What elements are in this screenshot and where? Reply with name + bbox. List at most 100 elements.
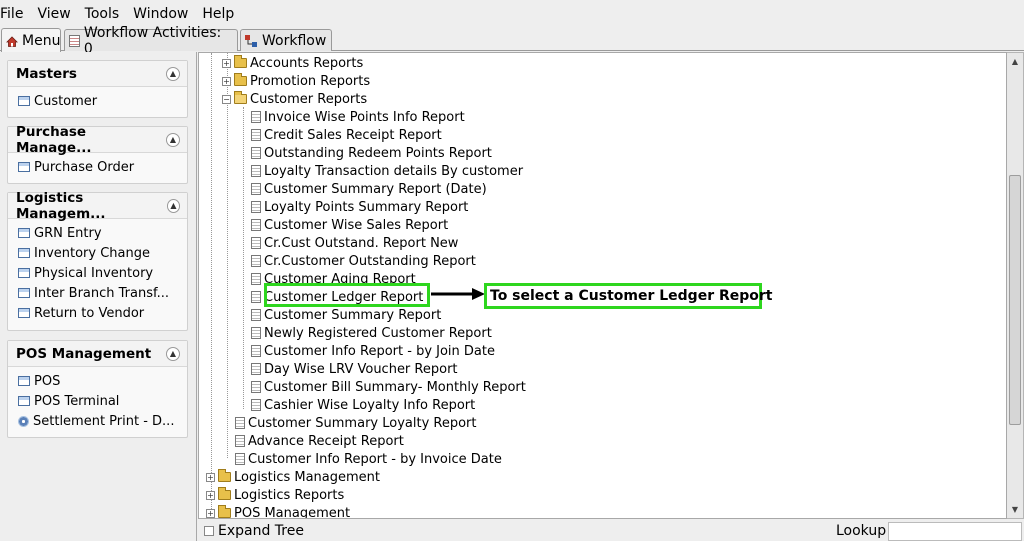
menu-tools[interactable]: Tools <box>85 6 128 22</box>
scroll-thumb[interactable] <box>1009 175 1021 425</box>
form-icon <box>18 268 30 278</box>
tree-report-item[interactable]: Customer Bill Summary- Monthly Report <box>251 378 526 396</box>
tree-report-item[interactable]: Customer Wise Sales Report <box>251 216 448 234</box>
tree-report-item[interactable]: Advance Receipt Report <box>235 432 404 450</box>
sidebar-item-purchase-order[interactable]: Purchase Order <box>8 157 187 177</box>
report-icon <box>251 237 261 249</box>
panel-title: Masters <box>16 65 77 82</box>
tree-folder-accounts-reports[interactable]: + Accounts Reports <box>222 54 363 72</box>
sidebar: Masters ▲ Customer Purchase Manage... ▲ … <box>0 52 197 541</box>
sidebar-item-physical-inventory[interactable]: Physical Inventory <box>8 263 187 283</box>
expand-tree-checkbox[interactable] <box>204 526 214 536</box>
gear-icon <box>18 415 29 427</box>
scroll-up-icon[interactable]: ▲ <box>1008 55 1022 69</box>
tree-report-item[interactable]: Customer Info Report - by Join Date <box>251 342 495 360</box>
tree-folder-customer-reports[interactable]: − Customer Reports <box>222 90 367 108</box>
workflow-icon <box>245 34 258 47</box>
scroll-down-icon[interactable]: ▼ <box>1008 503 1022 517</box>
tree-report-item[interactable]: Cashier Wise Loyalty Info Report <box>251 396 475 414</box>
lookup-input[interactable] <box>888 522 1022 541</box>
tree-report-item[interactable]: Credit Sales Receipt Report <box>251 126 442 144</box>
tree-report-item[interactable]: Cr.Cust Outstand. Report New <box>251 234 458 252</box>
tree-report-item[interactable]: Customer Info Report - by Invoice Date <box>235 450 502 468</box>
form-icon <box>18 248 30 258</box>
tree-folder-promotion-reports[interactable]: + Promotion Reports <box>222 72 370 90</box>
highlight-box <box>264 283 430 307</box>
sidebar-item-pos-terminal[interactable]: POS Terminal <box>8 391 187 411</box>
sidebar-item-return-to-vendor[interactable]: Return to Vendor <box>8 303 187 323</box>
form-icon <box>18 396 30 406</box>
report-icon <box>251 165 261 177</box>
report-icon <box>235 435 245 447</box>
lookup-label: Lookup <box>836 523 887 539</box>
tree-report-item[interactable]: Customer Summary Report <box>251 306 441 324</box>
tab-bar: Menu Workflow Activities: 0 Workflow <box>0 25 1024 57</box>
form-icon <box>18 162 30 172</box>
report-icon <box>251 309 261 321</box>
tree-folder-logistics-management[interactable]: + Logistics Management <box>206 468 380 486</box>
collapse-icon[interactable]: ▲ <box>166 132 180 147</box>
tree-folder-logistics-reports[interactable]: + Logistics Reports <box>206 486 344 504</box>
sidebar-item-pos[interactable]: POS <box>8 371 187 391</box>
report-icon <box>251 255 261 267</box>
folder-icon <box>218 469 231 482</box>
menu-window[interactable]: Window <box>133 6 196 22</box>
tab-workflow[interactable]: Workflow <box>240 29 332 51</box>
expand-icon[interactable]: + <box>206 508 215 518</box>
tree-report-item[interactable]: Customer Summary Report (Date) <box>251 180 487 198</box>
sidebar-item-customer[interactable]: Customer <box>8 91 187 111</box>
expand-icon[interactable]: + <box>206 490 215 500</box>
tree-report-item[interactable]: Loyalty Points Summary Report <box>251 198 468 216</box>
report-icon <box>251 183 261 195</box>
expand-icon[interactable]: + <box>222 76 231 86</box>
expand-tree-label: Expand Tree <box>218 523 304 539</box>
tree-report-item[interactable]: Invoice Wise Points Info Report <box>251 108 465 126</box>
folder-icon <box>218 487 231 500</box>
tab-menu[interactable]: Menu <box>1 28 61 52</box>
tree-report-item[interactable]: Day Wise LRV Voucher Report <box>251 360 458 378</box>
report-icon <box>251 381 261 393</box>
report-icon <box>251 129 261 141</box>
form-icon <box>18 308 30 318</box>
folder-icon <box>218 505 231 518</box>
panel-purchase-management: Purchase Manage... ▲ Purchase Order <box>7 123 188 184</box>
menu-help[interactable]: Help <box>202 6 242 22</box>
folder-open-icon <box>234 91 247 104</box>
expand-icon[interactable]: + <box>222 58 231 68</box>
tree-report-item[interactable]: Customer Summary Loyalty Report <box>235 414 477 432</box>
annotation-label: To select a Customer Ledger Report <box>484 283 772 309</box>
tree-report-item[interactable]: Cr.Customer Outstanding Report <box>251 252 476 270</box>
collapse-node-icon[interactable]: − <box>222 94 231 104</box>
collapse-icon[interactable]: ▲ <box>166 346 180 361</box>
menu-file[interactable]: File <box>0 6 31 22</box>
tree-report-item[interactable]: Newly Registered Customer Report <box>251 324 492 342</box>
menu-view[interactable]: View <box>37 6 78 22</box>
panel-masters: Masters ▲ Customer <box>7 60 188 118</box>
folder-icon <box>234 55 247 68</box>
report-icon <box>251 363 261 375</box>
bottom-bar: Expand Tree Lookup <box>198 521 1024 541</box>
home-icon <box>6 35 18 47</box>
tab-workflow-activities[interactable]: Workflow Activities: 0 <box>64 25 238 57</box>
form-icon <box>18 228 30 238</box>
tab-label: Workflow <box>262 32 327 49</box>
expand-icon[interactable]: + <box>206 472 215 482</box>
sidebar-item-inventory-change[interactable]: Inventory Change <box>8 243 187 263</box>
report-icon <box>251 273 261 285</box>
collapse-icon[interactable]: ▲ <box>166 198 180 213</box>
tree-report-item[interactable]: Loyalty Transaction details By customer <box>251 162 523 180</box>
tab-label: Menu <box>22 32 61 49</box>
report-icon <box>251 327 261 339</box>
tree-folder-pos-management[interactable]: + POS Management <box>206 504 350 518</box>
sidebar-item-settlement-print[interactable]: Settlement Print - D... <box>8 411 187 431</box>
collapse-icon[interactable]: ▲ <box>166 66 180 81</box>
sidebar-item-inter-branch-transfer[interactable]: Inter Branch Transf... <box>8 283 187 303</box>
panel-title: Purchase Manage... <box>16 123 92 156</box>
form-icon <box>18 288 30 298</box>
panel-logistics-management: Logistics Managem... ▲ GRN Entry Invento… <box>7 190 188 331</box>
tree-report-item[interactable]: Outstanding Redeem Points Report <box>251 144 492 162</box>
arrow-right-icon <box>431 288 485 300</box>
sidebar-item-grn-entry[interactable]: GRN Entry <box>8 223 187 243</box>
report-icon <box>251 201 261 213</box>
vertical-scrollbar[interactable]: ▲ ▼ <box>1007 52 1024 519</box>
